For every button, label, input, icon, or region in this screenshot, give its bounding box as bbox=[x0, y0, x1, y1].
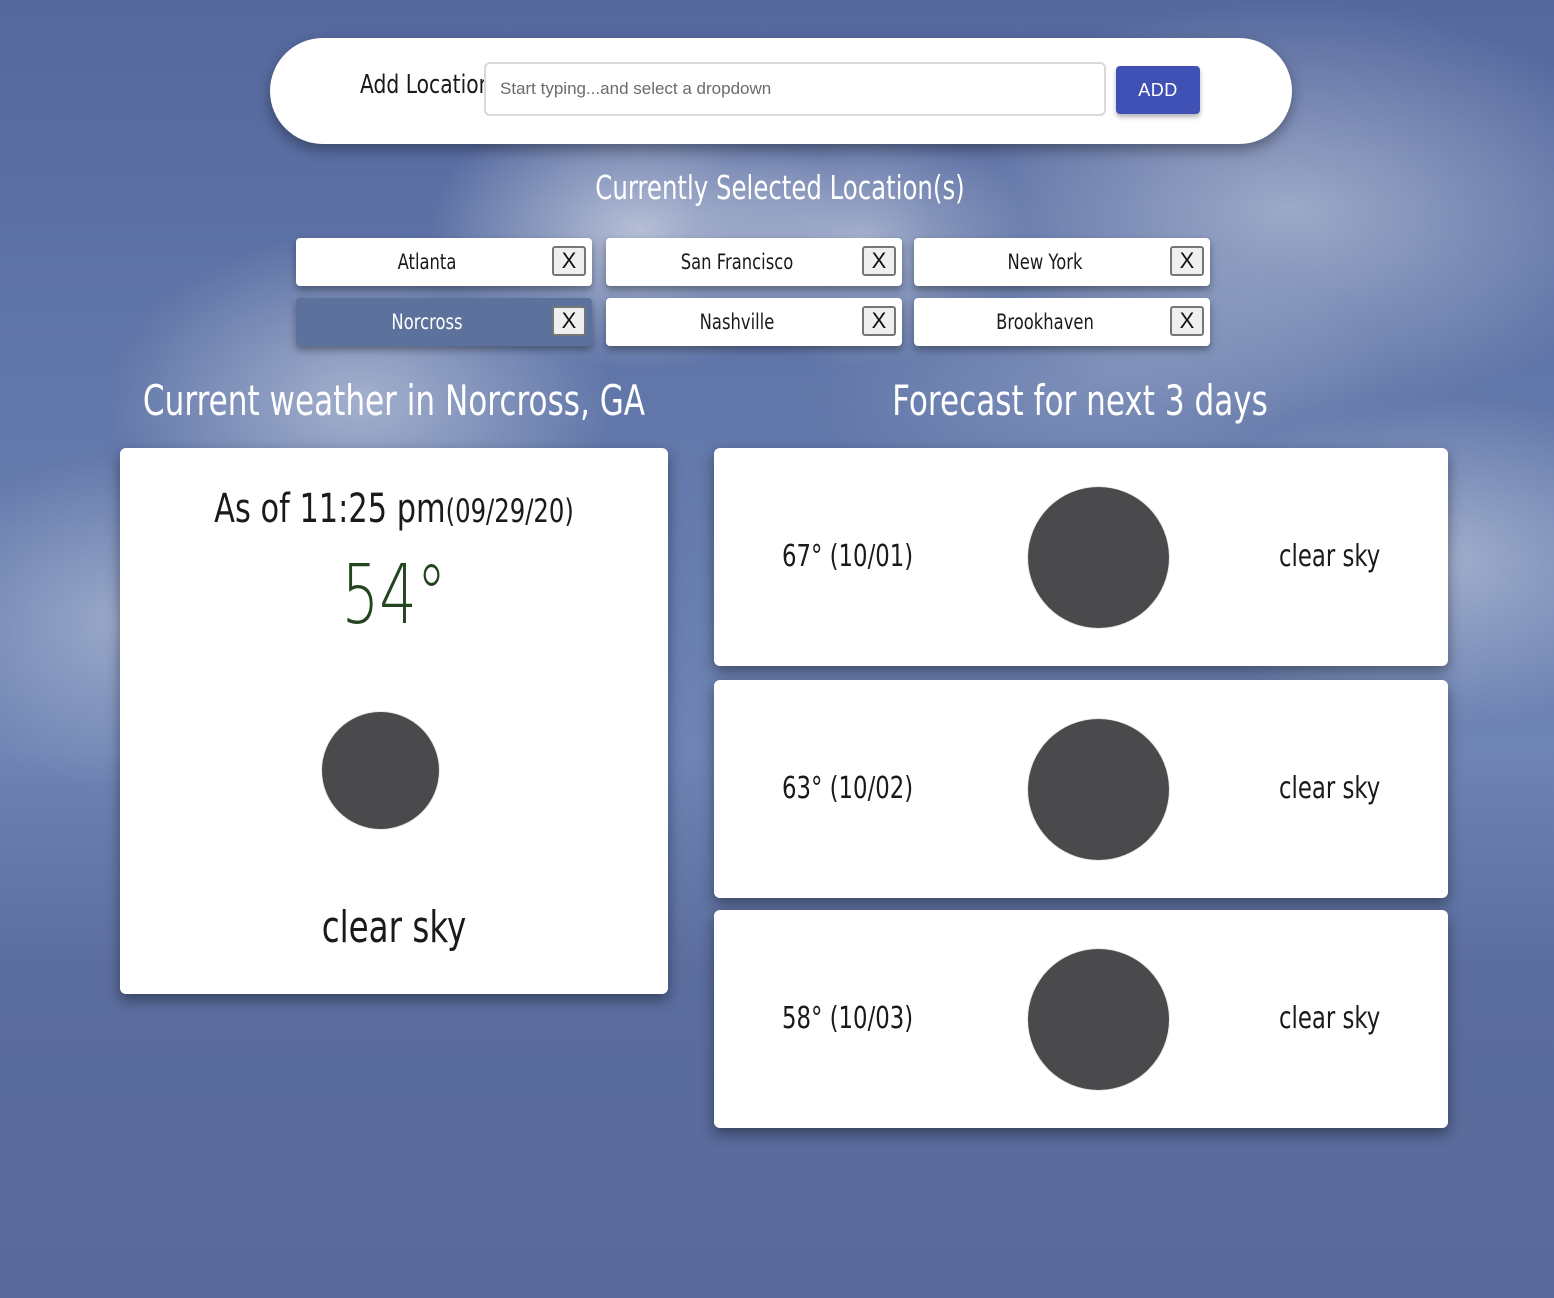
remove-location-button[interactable]: X bbox=[552, 246, 586, 276]
location-search-input[interactable] bbox=[484, 62, 1106, 116]
forecast-temp-date: 58° (10/03) bbox=[782, 1001, 914, 1036]
location-chip-label: Nashville bbox=[699, 310, 775, 334]
add-location-label: Add Location bbox=[360, 70, 492, 100]
location-chip-label: Atlanta bbox=[397, 250, 457, 274]
location-chip-new-york[interactable]: New York X bbox=[914, 238, 1210, 286]
weather-icon bbox=[1028, 487, 1169, 628]
location-chip-label: Norcross bbox=[391, 310, 463, 334]
location-chip-atlanta[interactable]: Atlanta X bbox=[296, 238, 592, 286]
forecast-card: 58° (10/03) clear sky bbox=[714, 910, 1448, 1128]
forecast-temp-date: 67° (10/01) bbox=[782, 539, 914, 574]
current-temperature: 54° bbox=[341, 548, 447, 643]
remove-location-button[interactable]: X bbox=[552, 306, 586, 336]
weather-icon bbox=[322, 712, 439, 829]
as-of-time: As of 11:25 pm bbox=[214, 486, 446, 532]
weather-icon bbox=[1028, 719, 1169, 860]
selected-locations-title: Currently Selected Location(s) bbox=[595, 168, 965, 207]
location-chip-label: Brookhaven bbox=[996, 310, 1094, 334]
as-of-date: (09/29/20) bbox=[445, 492, 574, 530]
add-location-bar: Add Location ADD bbox=[270, 38, 1292, 144]
remove-location-button[interactable]: X bbox=[1170, 306, 1204, 336]
forecast-description: clear sky bbox=[1278, 1001, 1380, 1036]
current-weather-description: clear sky bbox=[321, 902, 467, 953]
remove-location-button[interactable]: X bbox=[1170, 246, 1204, 276]
location-chip-label: New York bbox=[1007, 250, 1083, 274]
location-chip-label: San Francisco bbox=[680, 250, 794, 274]
remove-location-button[interactable]: X bbox=[862, 306, 896, 336]
location-chip-brookhaven[interactable]: Brookhaven X bbox=[914, 298, 1210, 346]
forecast-card: 63° (10/02) clear sky bbox=[714, 680, 1448, 898]
forecast-card: 67° (10/01) clear sky bbox=[714, 448, 1448, 666]
as-of-timestamp: As of 11:25 pm(09/29/20) bbox=[95, 486, 694, 532]
remove-location-button[interactable]: X bbox=[862, 246, 896, 276]
current-weather-title: Current weather in Norcross, GA bbox=[142, 376, 646, 425]
forecast-description: clear sky bbox=[1278, 539, 1380, 574]
location-chip-nashville[interactable]: Nashville X bbox=[606, 298, 902, 346]
add-location-button[interactable]: ADD bbox=[1116, 66, 1200, 114]
forecast-temp-date: 63° (10/02) bbox=[782, 771, 914, 806]
forecast-title: Forecast for next 3 days bbox=[892, 376, 1268, 425]
weather-icon bbox=[1028, 949, 1169, 1090]
location-chip-norcross[interactable]: Norcross X bbox=[296, 298, 592, 346]
forecast-description: clear sky bbox=[1278, 771, 1380, 806]
location-chip-san-francisco[interactable]: San Francisco X bbox=[606, 238, 902, 286]
